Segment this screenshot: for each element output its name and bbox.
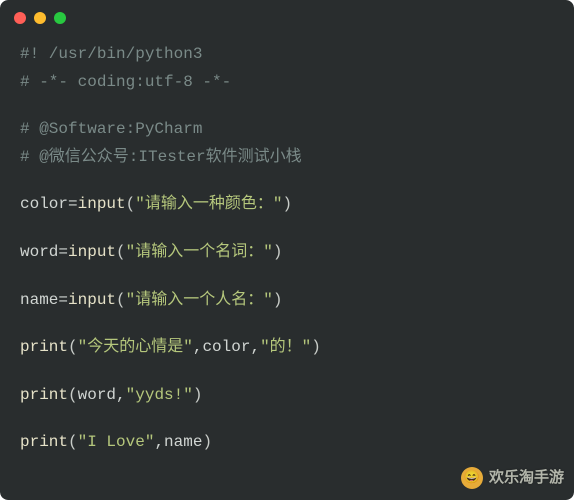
fn-call: print [20, 386, 68, 404]
comment-text: # @微信公众号:ITester软件测试小栈 [20, 148, 302, 166]
assign: word= [20, 243, 68, 261]
paren: ) [282, 195, 292, 213]
assign: name= [20, 291, 68, 309]
paren: ) [202, 433, 212, 451]
code-line: name=input("请输入一个人名：") [20, 288, 554, 314]
code-line: # -*- coding:utf-8 -*- [20, 70, 554, 96]
code-area: #! /usr/bin/python3 # -*- coding:utf-8 -… [0, 36, 574, 478]
paren: ) [273, 243, 283, 261]
fn-call: input [78, 195, 126, 213]
smile-icon: 😄 [461, 467, 483, 489]
paren: ( [68, 338, 78, 356]
code-line: print(word,"yyds!") [20, 383, 554, 409]
code-line: # @微信公众号:ITester软件测试小栈 [20, 145, 554, 171]
blank-line [20, 97, 554, 115]
shebang-comment: #! /usr/bin/python3 [20, 45, 202, 63]
close-dot-icon[interactable] [14, 12, 26, 24]
string-literal: "yyds!" [126, 386, 193, 404]
paren: ( [68, 433, 78, 451]
fn-call: input [68, 291, 116, 309]
comment-hash: # [20, 120, 39, 138]
blank-line [20, 268, 554, 286]
paren: ( [116, 243, 126, 261]
paren: ( [116, 291, 126, 309]
code-line: #! /usr/bin/python3 [20, 42, 554, 68]
fn-call: input [68, 243, 116, 261]
watermark: 😄 欢乐淘手游 [461, 466, 564, 490]
blank-line [20, 172, 554, 190]
string-literal: "请输入一个人名：" [126, 291, 273, 309]
string-literal: "的！" [260, 338, 311, 356]
blank-line [20, 363, 554, 381]
code-line: # @Software:PyCharm [20, 117, 554, 143]
blank-line [20, 410, 554, 428]
paren: ( [126, 195, 136, 213]
code-line: color=input("请输入一种颜色：") [20, 192, 554, 218]
assign: color= [20, 195, 78, 213]
string-literal: "请输入一种颜色：" [135, 195, 282, 213]
blank-line [20, 315, 554, 333]
code-line: print("I Love",name) [20, 430, 554, 456]
watermark-text: 欢乐淘手游 [489, 466, 564, 490]
args: ,name [154, 433, 202, 451]
paren: ) [193, 386, 203, 404]
paren: ( [68, 386, 78, 404]
string-literal: "I Love" [78, 433, 155, 451]
paren: ) [311, 338, 321, 356]
code-editor-window: #! /usr/bin/python3 # -*- coding:utf-8 -… [0, 0, 574, 500]
minimize-dot-icon[interactable] [34, 12, 46, 24]
string-literal: "今天的心情是" [78, 338, 193, 356]
args: ,color, [193, 338, 260, 356]
paren: ) [273, 291, 283, 309]
code-line: print("今天的心情是",color,"的！") [20, 335, 554, 361]
fn-call: print [20, 433, 68, 451]
blank-line [20, 220, 554, 238]
window-titlebar [0, 0, 574, 36]
emoji: 😄 [464, 468, 480, 489]
fn-call: print [20, 338, 68, 356]
comment-text: :PyCharm [126, 120, 203, 138]
at-tag: @Software [39, 120, 125, 138]
code-line: word=input("请输入一个名词：") [20, 240, 554, 266]
encoding-comment: # -*- coding:utf-8 -*- [20, 73, 231, 91]
zoom-dot-icon[interactable] [54, 12, 66, 24]
string-literal: "请输入一个名词：" [126, 243, 273, 261]
args: word, [78, 386, 126, 404]
